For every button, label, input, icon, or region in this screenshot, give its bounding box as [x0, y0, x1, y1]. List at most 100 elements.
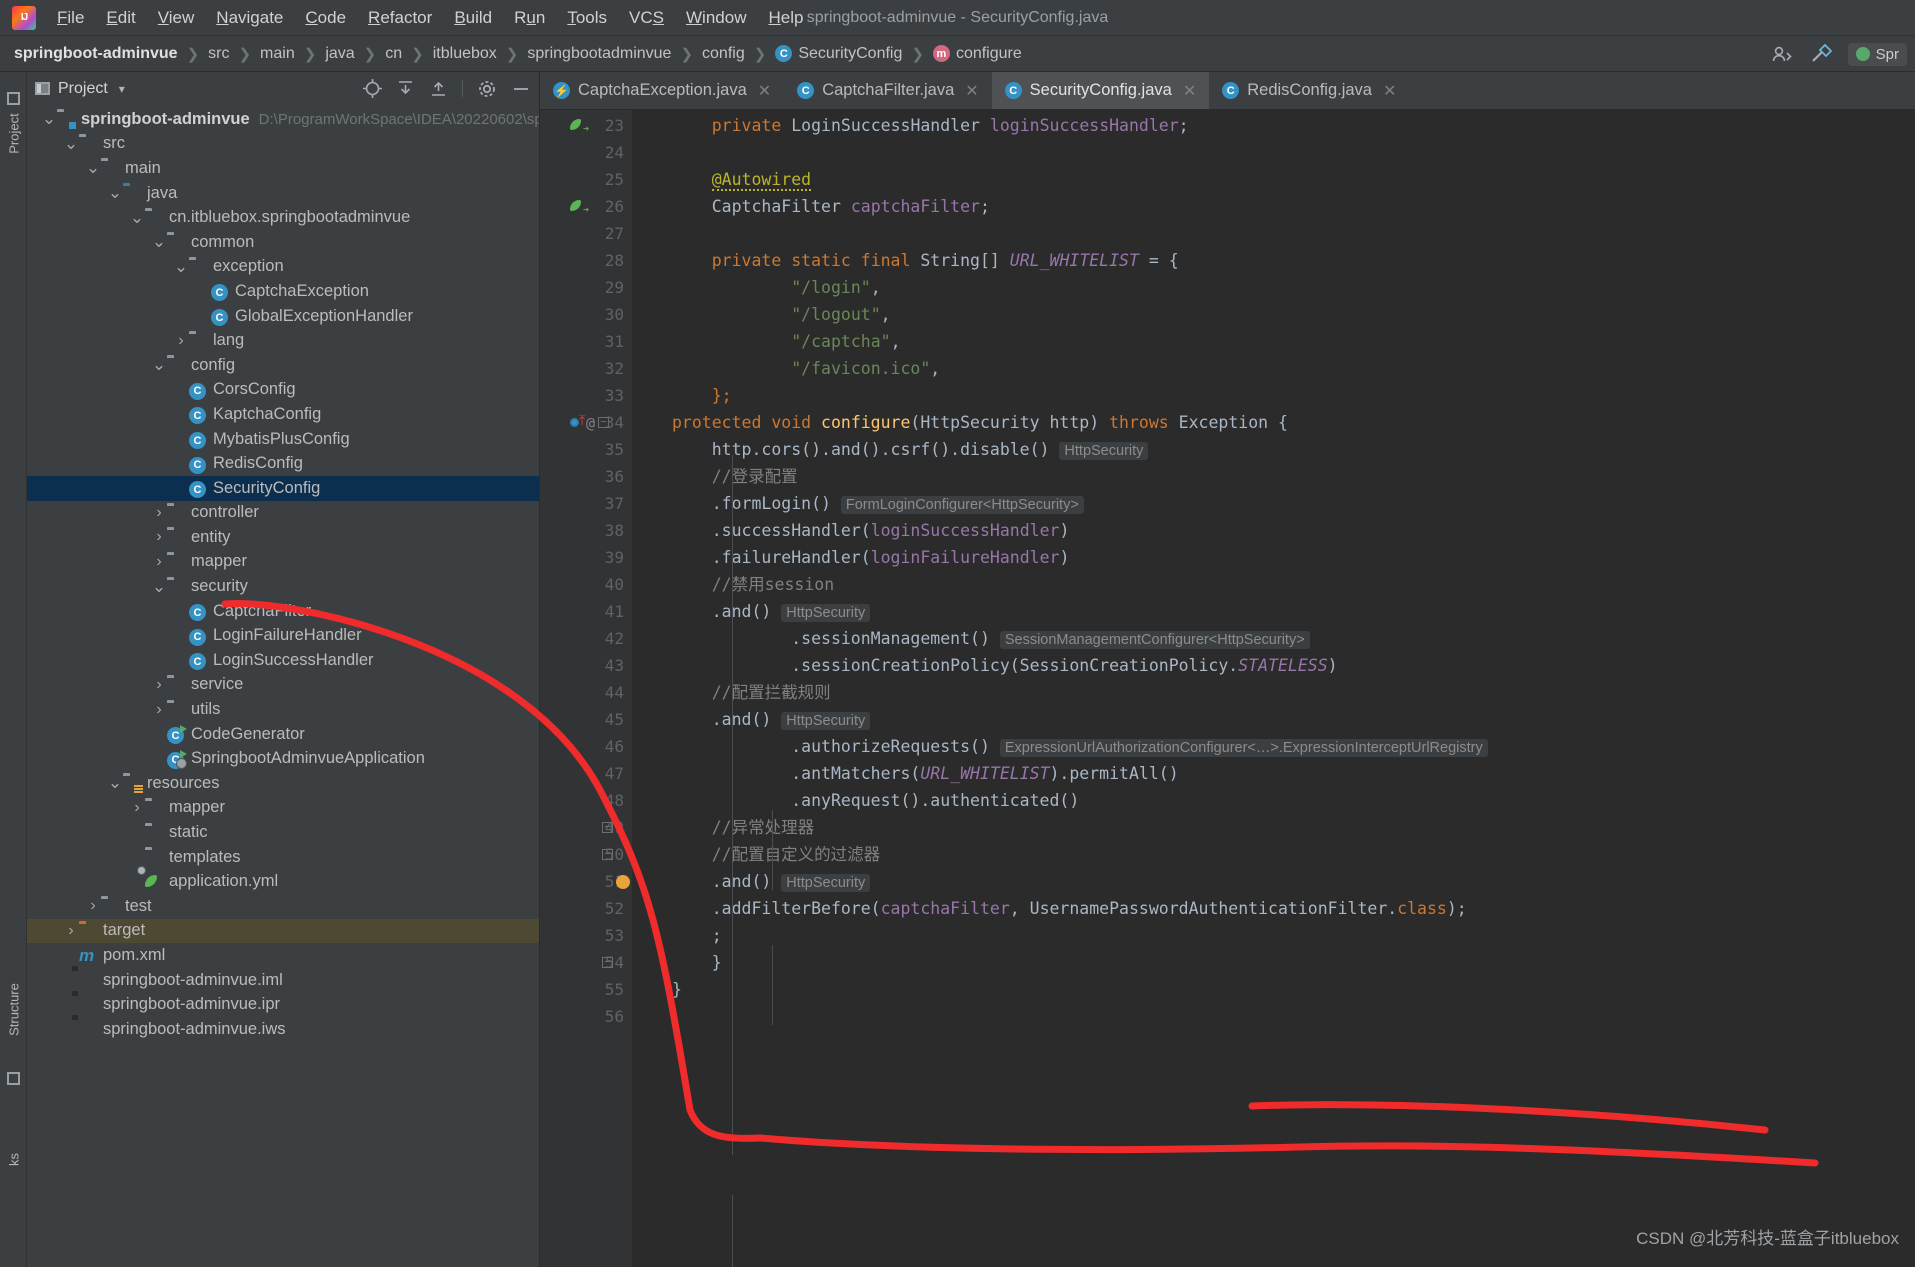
tree-node-service[interactable]: › service [27, 673, 539, 698]
tree-node-exception[interactable]: ⌄ exception [27, 255, 539, 280]
menu-tools[interactable]: Tools [556, 4, 618, 32]
tree-node-lang[interactable]: › lang [27, 328, 539, 353]
tree-node-cn-itbluebox-springbootadminvue[interactable]: ⌄ cn.itbluebox.springbootadminvue [27, 205, 539, 230]
tree-node-pom-xml[interactable]: m pom.xml [27, 943, 539, 968]
account-icon[interactable] [1772, 45, 1794, 63]
gutter-line-47[interactable]: 47 [540, 760, 632, 787]
code-line-54[interactable]: } [632, 949, 1915, 976]
chevron-down-icon[interactable]: ⌄ [151, 232, 167, 252]
tree-node-springboot-adminvue[interactable]: ⌄ springboot-adminvue D:\ProgramWorkSpace\… [27, 107, 539, 132]
code-line-46[interactable]: .authorizeRequests() ExpressionUrlAuthor… [632, 733, 1915, 760]
gutter-line-36[interactable]: 36 [540, 463, 632, 490]
tree-node-entity[interactable]: › entity [27, 525, 539, 550]
gutter-line-43[interactable]: 43 [540, 652, 632, 679]
tree-node-loginfailurehandler[interactable]: C LoginFailureHandler [27, 623, 539, 648]
spring-bean-gutter-icon[interactable] [570, 199, 589, 216]
gutter-line-33[interactable]: 33 [540, 382, 632, 409]
code-line-24[interactable] [632, 139, 1915, 166]
code-fold-gutter-icon[interactable]: – [602, 822, 613, 833]
code-line-39[interactable]: .failureHandler(loginFailureHandler) [632, 544, 1915, 571]
structure-tool-square-icon[interactable] [7, 1072, 20, 1085]
tree-node-test[interactable]: › test [27, 894, 539, 919]
editor-tab-securityconfig-java[interactable]: C SecurityConfig.java ✕ [991, 72, 1210, 109]
tree-node-src[interactable]: ⌄ src [27, 132, 539, 157]
chevron-down-icon[interactable]: ⌄ [107, 773, 123, 793]
editor-tab-redisconfig-java[interactable]: C RedisConfig.java ✕ [1209, 72, 1409, 109]
gutter-line-54[interactable]: 54– [540, 949, 632, 976]
code-line-38[interactable]: .successHandler(loginSuccessHandler) [632, 517, 1915, 544]
chevron-down-icon[interactable]: ⌄ [151, 577, 167, 597]
tree-node-redisconfig[interactable]: C RedisConfig [27, 451, 539, 476]
tree-node-globalexceptionhandler[interactable]: C GlobalExceptionHandler [27, 304, 539, 329]
editor-code-area[interactable]: 232425262728293031323334⤒@–3536373839404… [540, 110, 1915, 1267]
gutter-line-23[interactable]: 23 [540, 112, 632, 139]
tree-node-java[interactable]: ⌄ java [27, 181, 539, 206]
tree-node-target[interactable]: › target [27, 918, 539, 944]
chevron-right-icon[interactable]: › [151, 553, 167, 571]
gutter-line-52[interactable]: 52 [540, 895, 632, 922]
tree-node-templates[interactable]: templates [27, 845, 539, 870]
gutter-line-40[interactable]: 40 [540, 571, 632, 598]
code-line-37[interactable]: .formLogin() FormLoginConfigurer<HttpSec… [632, 490, 1915, 517]
code-line-35[interactable]: http.cors().and().csrf().disable() HttpS… [632, 436, 1915, 463]
chevron-down-icon[interactable]: ▾ [119, 82, 125, 96]
chevron-down-icon[interactable]: ⌄ [173, 257, 189, 277]
chevron-down-icon[interactable]: ⌄ [41, 109, 57, 129]
breadcrumb-item-main[interactable]: main [260, 45, 295, 63]
chevron-down-icon[interactable]: ⌄ [151, 355, 167, 375]
code-line-42[interactable]: .sessionManagement() SessionManagementCo… [632, 625, 1915, 652]
build-hammer-icon[interactable] [1810, 44, 1832, 64]
gutter-line-50[interactable]: 50– [540, 841, 632, 868]
tree-node-springboot-adminvue-iws[interactable]: springboot-adminvue.iws [27, 1017, 539, 1042]
code-line-31[interactable]: "/captcha", [632, 328, 1915, 355]
close-icon[interactable]: ✕ [965, 81, 978, 101]
gutter-line-53[interactable]: 53 [540, 922, 632, 949]
menu-refactor[interactable]: Refactor [357, 4, 443, 32]
chevron-down-icon[interactable]: ⌄ [85, 158, 101, 178]
chevron-down-icon[interactable]: ⌄ [63, 134, 79, 154]
code-line-30[interactable]: "/logout", [632, 301, 1915, 328]
spring-bean-gutter-icon[interactable] [570, 118, 589, 135]
code-line-28[interactable]: private static final String[] URL_WHITEL… [632, 247, 1915, 274]
code-line-36[interactable]: //登录配置 [632, 463, 1915, 490]
gutter-line-41[interactable]: 41 [540, 598, 632, 625]
gutter-line-49[interactable]: 49– [540, 814, 632, 841]
tool-window-project[interactable]: Project [7, 104, 22, 164]
code-line-26[interactable]: CaptchaFilter captchaFilter; [632, 193, 1915, 220]
tool-window-bookmarks[interactable]: ks [7, 1130, 22, 1190]
code-line-25[interactable]: @Autowired [632, 166, 1915, 193]
settings-gear-icon[interactable] [477, 79, 497, 99]
project-tree[interactable]: ⌄ springboot-adminvue D:\ProgramWorkSpace\… [27, 105, 539, 1267]
menu-build[interactable]: Build [443, 4, 503, 32]
code-fold-gutter-icon[interactable]: – [602, 957, 613, 968]
close-icon[interactable]: ✕ [758, 81, 771, 101]
tree-node-mybatisplusconfig[interactable]: C MybatisPlusConfig [27, 427, 539, 452]
breadcrumb-item-java[interactable]: java [325, 45, 354, 63]
tree-node-corsconfig[interactable]: C CorsConfig [27, 378, 539, 403]
tree-node-utils[interactable]: › utils [27, 697, 539, 722]
code-line-44[interactable]: //配置拦截规则 [632, 679, 1915, 706]
editor-tab-captchaexception-java[interactable]: ⚡ CaptchaException.java ✕ [540, 72, 784, 109]
gutter-line-45[interactable]: 45 [540, 706, 632, 733]
menu-run[interactable]: Run [503, 4, 556, 32]
run-configuration-selector[interactable]: Spr [1847, 42, 1907, 66]
gutter-line-55[interactable]: 55 [540, 976, 632, 1003]
tree-node-loginsuccesshandler[interactable]: C LoginSuccessHandler [27, 648, 539, 673]
code-line-33[interactable]: }; [632, 382, 1915, 409]
menu-code[interactable]: Code [294, 4, 357, 32]
code-line-47[interactable]: .antMatchers(URL_WHITELIST).permitAll() [632, 760, 1915, 787]
tree-node-mapper[interactable]: › mapper [27, 796, 539, 821]
code-line-50[interactable]: //配置自定义的过滤器 [632, 841, 1915, 868]
breadcrumb-item-src[interactable]: src [208, 45, 229, 63]
tree-node-codegenerator[interactable]: C CodeGenerator [27, 722, 539, 747]
chevron-right-icon[interactable]: › [151, 676, 167, 694]
chevron-right-icon[interactable]: › [85, 897, 101, 915]
breadcrumb-item-securityconfig[interactable]: C SecurityConfig [775, 45, 902, 63]
tree-node-securityconfig[interactable]: C SecurityConfig [27, 475, 539, 501]
code-line-51[interactable]: .and() HttpSecurity [632, 868, 1915, 895]
gutter-line-30[interactable]: 30 [540, 301, 632, 328]
tree-node-captchafilter[interactable]: C CaptchaFilter [27, 599, 539, 624]
gutter-line-32[interactable]: 32 [540, 355, 632, 382]
editor-tab-captchafilter-java[interactable]: C CaptchaFilter.java ✕ [784, 72, 991, 109]
breadcrumb-item-config[interactable]: config [702, 45, 745, 63]
